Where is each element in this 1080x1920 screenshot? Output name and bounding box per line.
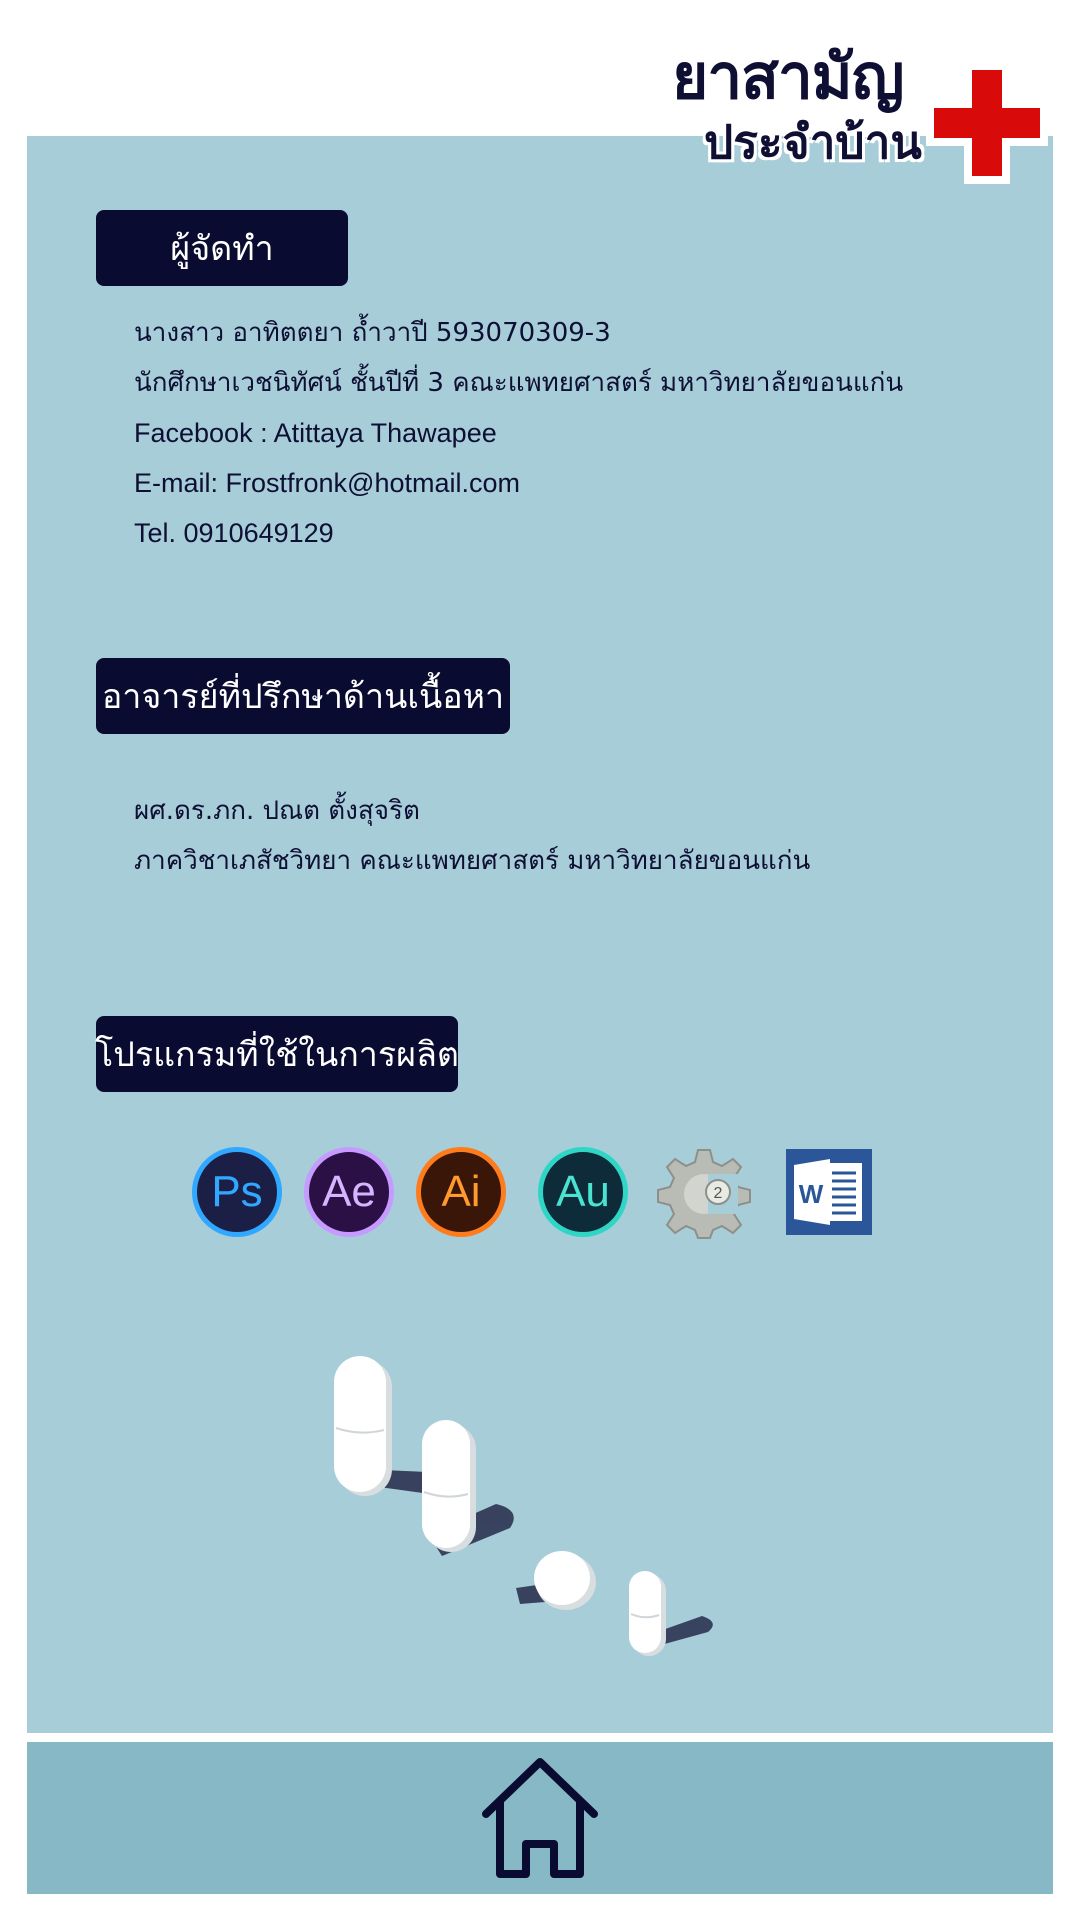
after-effects-icon: Ae	[304, 1147, 394, 1237]
advisor-info: ผศ.ดร.ภก. ปณต ตั้งสุจริต ภาควิชาเภสัชวิท…	[134, 786, 810, 886]
creator-info: นางสาว อาทิตตยา ถ้ำวาปี 593070309-3 นักศ…	[134, 308, 903, 558]
red-cross-icon	[926, 62, 1048, 184]
creator-student-info: นักศึกษาเวชนิทัศน์ ชั้นปีที่ 3 คณะแพทยศา…	[134, 368, 904, 398]
illustrator-label: Ai	[441, 1167, 481, 1216]
creator-facebook: Facebook : Atittaya Thawapee	[134, 418, 497, 448]
capsule-pill-3	[629, 1571, 666, 1656]
capsule-pill-1	[334, 1356, 392, 1496]
photoshop-label: Ps	[211, 1167, 263, 1216]
word-label: W	[799, 1179, 824, 1209]
after-effects-label: Ae	[322, 1167, 376, 1216]
software-icons: Ps Ae Ai Au 2 W	[192, 1144, 872, 1240]
audition-label: Au	[556, 1167, 610, 1216]
logo-subtitle: ประจำบ้าน	[704, 115, 922, 169]
capsule-pill-2	[422, 1420, 476, 1552]
advisor-heading: อาจารย์ที่ปรึกษาด้านเนื้อหา	[96, 658, 510, 734]
photoshop-icon: Ps	[192, 1147, 282, 1237]
advisor-department: ภาควิชาเภสัชวิทยา คณะแพทยศาสตร์ มหาวิทยา…	[134, 846, 811, 876]
footer-bar	[27, 1742, 1053, 1894]
illustrator-icon: Ai	[416, 1147, 506, 1237]
app-logo: ยาสามัญ ประจำบ้าน	[672, 28, 1052, 188]
word-icon: W	[786, 1149, 872, 1235]
software-heading: โปรแกรมที่ใช้ในการผลิต	[95, 1016, 459, 1092]
pills-illustration	[334, 1356, 713, 1656]
page: ยาสามัญ ประจำบ้าน ผู้จัดทำ อาจารย์ที่ปรึ…	[0, 0, 1080, 1920]
home-icon	[482, 1758, 598, 1878]
construct-2-label: 2	[714, 1185, 723, 1202]
creator-email: E-mail: Frostfronk@hotmail.com	[134, 468, 520, 498]
creator-name: นางสาว อาทิตตยา ถ้ำวาปี 593070309-3	[134, 318, 611, 348]
creator-tel: Tel. 0910649129	[134, 518, 334, 548]
audition-icon: Au	[538, 1147, 628, 1237]
creator-heading: ผู้จัดทำ	[96, 210, 348, 286]
advisor-name: ผศ.ดร.ภก. ปณต ตั้งสุจริต	[134, 796, 420, 826]
construct-2-icon: 2	[656, 1144, 752, 1240]
home-button[interactable]	[480, 1753, 600, 1883]
